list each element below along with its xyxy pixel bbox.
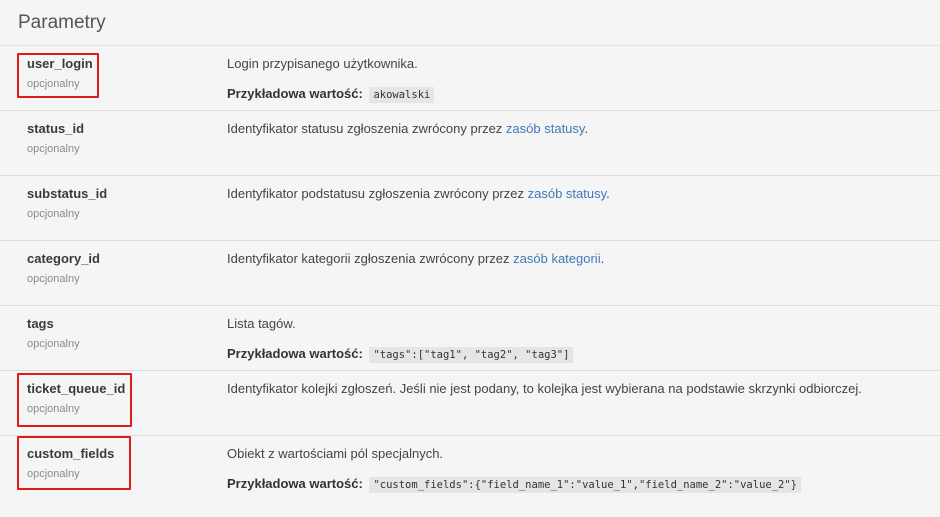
param-description: Identyfikator statusu zgłoszenia zwrócon…: [227, 121, 588, 136]
parameters-table: user_login opcjonalny Login przypisanego…: [0, 46, 940, 511]
statuses-resource-link[interactable]: zasób statusy: [528, 186, 607, 201]
example-value: Przykładowa wartość: akowalski: [227, 86, 435, 103]
description-text: Identyfikator statusu zgłoszenia zwrócon…: [227, 121, 506, 136]
example-code: akowalski: [369, 87, 435, 103]
param-requirement: opcjonalny: [27, 143, 80, 155]
param-name: category_id: [27, 251, 100, 266]
table-row: category_id opcjonalny Identyfikator kat…: [0, 241, 940, 306]
param-description: Lista tagów.: [227, 316, 296, 331]
example-code: "custom_fields":{"field_name_1":"value_1…: [369, 477, 801, 493]
highlight-box-ticket-queue-id: [17, 373, 132, 427]
example-label: Przykładowa wartość:: [227, 86, 363, 101]
table-row: substatus_id opcjonalny Identyfikator po…: [0, 176, 940, 241]
param-name: tags: [27, 316, 54, 331]
categories-resource-link[interactable]: zasób kategorii: [513, 251, 600, 266]
example-code: "tags":["tag1", "tag2", "tag3"]: [369, 347, 574, 363]
description-suffix: .: [606, 186, 610, 201]
param-requirement: opcjonalny: [27, 273, 80, 285]
table-row: status_id opcjonalny Identyfikator statu…: [0, 111, 940, 176]
example-value: Przykładowa wartość: "custom_fields":{"f…: [227, 476, 801, 493]
highlight-box-custom-fields: [17, 436, 131, 490]
example-value: Przykładowa wartość: "tags":["tag1", "ta…: [227, 346, 574, 363]
param-description: Obiekt z wartościami pól specjalnych.: [227, 446, 444, 461]
page-title: Parametry: [18, 12, 106, 33]
description-text: Identyfikator podstatusu zgłoszenia zwró…: [227, 186, 528, 201]
table-row: custom_fields opcjonalny Obiekt z wartoś…: [0, 436, 940, 511]
example-label: Przykładowa wartość:: [227, 476, 363, 491]
table-row: user_login opcjonalny Login przypisanego…: [0, 46, 940, 111]
param-requirement: opcjonalny: [27, 208, 80, 220]
param-name: status_id: [27, 121, 85, 136]
table-row: tags opcjonalny Lista tagów. Przykładowa…: [0, 306, 940, 371]
example-label: Przykładowa wartość:: [227, 346, 363, 361]
param-description: Identyfikator podstatusu zgłoszenia zwró…: [227, 186, 610, 201]
param-description: Identyfikator kategorii zgłoszenia zwróc…: [227, 251, 604, 266]
param-requirement: opcjonalny: [27, 338, 80, 350]
table-row: ticket_queue_id opcjonalny Identyfikator…: [0, 371, 940, 436]
highlight-box-user-login: [17, 53, 99, 98]
description-suffix: .: [600, 251, 605, 266]
description-text: Identyfikator kategorii zgłoszenia zwróc…: [227, 251, 514, 266]
statuses-resource-link[interactable]: zasób statusy: [506, 121, 585, 136]
param-description: Login przypisanego użytkownika.: [227, 56, 418, 71]
description-suffix: .: [584, 121, 589, 136]
param-name: substatus_id: [27, 186, 108, 201]
param-description: Identyfikator kolejki zgłoszeń. Jeśli ni…: [227, 381, 862, 396]
